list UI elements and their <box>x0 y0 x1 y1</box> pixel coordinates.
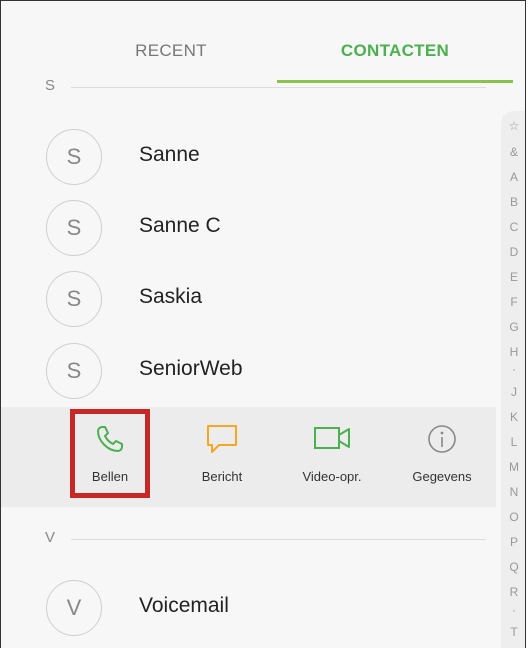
avatar: V <box>46 580 102 636</box>
tab-contacten[interactable]: CONTACTEN <box>277 41 513 69</box>
avatar: S <box>46 200 102 256</box>
index-letter[interactable]: H <box>501 345 525 359</box>
index-letter[interactable]: O <box>501 510 525 524</box>
contact-name: Voicemail <box>139 594 229 617</box>
index-letter[interactable]: F <box>501 295 525 309</box>
message-label: Bericht <box>201 469 243 484</box>
index-favorites-icon[interactable]: ☆ <box>501 119 525 133</box>
index-dot[interactable]: · <box>501 603 525 617</box>
video-call-label: Video-opr. <box>302 469 362 484</box>
index-letter[interactable]: L <box>501 435 525 449</box>
message-button[interactable]: Bericht <box>167 407 277 507</box>
active-tab-indicator <box>277 80 513 83</box>
index-letter[interactable]: J <box>501 385 525 399</box>
contact-row-voicemail[interactable]: V Voicemail <box>1 572 491 642</box>
index-letter[interactable]: N <box>501 485 525 499</box>
info-icon <box>426 423 458 460</box>
index-letter[interactable]: M <box>501 460 525 474</box>
contact-row-seniorweb[interactable]: S SeniorWeb <box>1 335 491 405</box>
section-header-v: V <box>45 529 56 546</box>
index-letter[interactable]: E <box>501 270 525 284</box>
contacts-screen: RECENT CONTACTEN S S Sanne S Sanne C S S… <box>0 0 526 648</box>
alphabet-index-scrollbar[interactable]: ☆ & A B C D E F G H · J K L M N O P Q R … <box>501 111 525 648</box>
video-call-button[interactable]: Video-opr. <box>277 407 387 507</box>
index-letter[interactable]: Q <box>501 560 525 574</box>
index-letter[interactable]: D <box>501 245 525 259</box>
avatar: S <box>46 271 102 327</box>
contact-row-saskia[interactable]: S Saskia <box>1 263 491 333</box>
index-letter[interactable]: P <box>501 535 525 549</box>
index-letter[interactable]: R <box>501 585 525 599</box>
contact-name: Sanne <box>139 143 200 166</box>
message-icon <box>205 423 239 460</box>
details-label: Gegevens <box>412 469 472 484</box>
index-letter[interactable]: A <box>501 170 525 184</box>
section-divider <box>71 539 486 540</box>
tab-recent[interactable]: RECENT <box>81 41 261 69</box>
index-dot[interactable]: · <box>501 362 525 376</box>
video-call-icon <box>312 423 352 458</box>
avatar: S <box>46 129 102 185</box>
index-letter[interactable]: & <box>501 145 525 159</box>
contact-row-sanne-c[interactable]: S Sanne C <box>1 192 491 262</box>
avatar: S <box>46 343 102 399</box>
contact-name: Saskia <box>139 285 203 308</box>
highlight-box <box>70 409 150 498</box>
tab-bar: RECENT CONTACTEN <box>1 1 525 83</box>
section-header-s: S <box>45 77 56 94</box>
index-letter[interactable]: K <box>501 410 525 424</box>
index-letter[interactable]: B <box>501 195 525 209</box>
index-letter[interactable]: C <box>501 220 525 234</box>
details-button[interactable]: Gegevens <box>387 407 497 507</box>
section-divider <box>71 87 486 88</box>
contact-name: SeniorWeb <box>139 357 243 380</box>
contact-name: Sanne C <box>139 214 221 237</box>
contact-row-sanne[interactable]: S Sanne <box>1 121 491 191</box>
index-letter[interactable]: T <box>501 625 525 639</box>
index-letter[interactable]: G <box>501 320 525 334</box>
